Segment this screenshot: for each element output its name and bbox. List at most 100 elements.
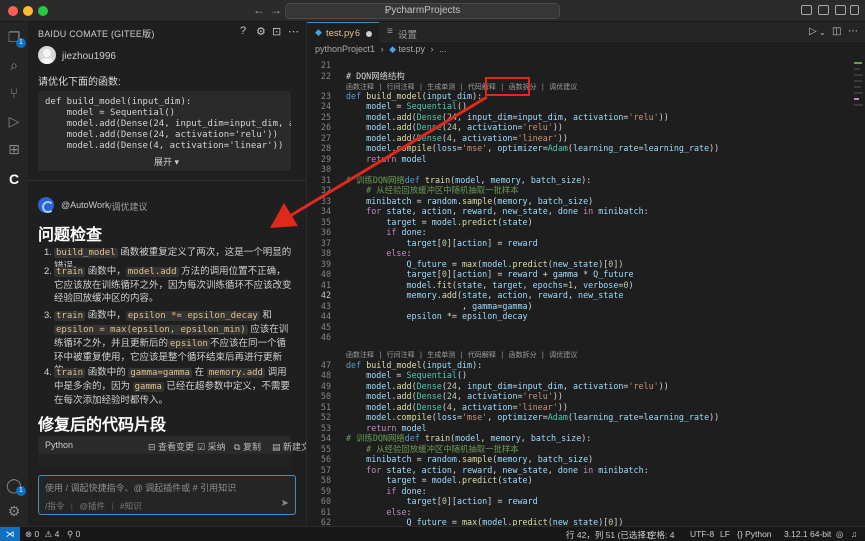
error-icon: ⊗ xyxy=(25,529,33,539)
code-line: model.add(Dense(4, activation='linear')) xyxy=(45,141,284,151)
code-line: 56 minibatch = random.sample(memory, bat… xyxy=(320,454,594,464)
user-message: 请优化下面的函数: xyxy=(38,77,121,88)
toggle-sidebar-icon[interactable] xyxy=(801,5,812,15)
maximize-window-button[interactable] xyxy=(38,6,48,16)
toggle-secondary-sidebar-icon[interactable] xyxy=(835,5,846,15)
chevron-down-icon[interactable]: ⌄ xyxy=(819,28,826,37)
tab-test-py[interactable]: ◆ test.py 6 xyxy=(307,22,379,42)
code-line: 35 target = model.predict(state) xyxy=(320,217,533,227)
minimap[interactable] xyxy=(853,42,865,526)
problems-indicator[interactable]: ⊗ 0 ⚠ 4 xyxy=(25,529,59,540)
tab-label: test.py xyxy=(326,28,354,39)
minimize-window-button[interactable] xyxy=(23,6,33,16)
list-item: 4. train 函数中的 gamma=gamma 在 memory.add 调… xyxy=(44,367,290,406)
chat-input-tools: /指令 | @插件 | #知识 xyxy=(45,501,142,511)
snippet-toolbar: Python ⊟ 查看变更 ☑ 采纳 ⧉ 复制 ▤ 新建文件 xyxy=(38,436,306,454)
gear-icon[interactable]: ⚙ xyxy=(256,25,266,38)
encoding[interactable]: UTF-8 xyxy=(690,529,714,539)
activity-bar: ❐ 1 ⌕ ⑂ ▷ ⊞ C ◯ 1 ⚙ xyxy=(0,22,28,526)
code-line: 46 xyxy=(320,332,331,342)
code-line: 27 model.add(Dense(4, activation='linear… xyxy=(320,133,568,143)
breadcrumb-item[interactable]: test.py xyxy=(399,44,426,54)
divider xyxy=(28,180,306,181)
snippet-language: Python xyxy=(45,440,74,450)
account-icon[interactable]: ◯ 1 xyxy=(5,476,26,496)
expand-button[interactable]: 展开 ▾ xyxy=(154,155,179,168)
code-line: 53 return model xyxy=(320,423,427,433)
arrow-right-icon[interactable]: → xyxy=(270,3,282,17)
language-mode[interactable]: {} Python xyxy=(737,529,772,539)
panel-title: BAIDU COMATE (GITEE版) xyxy=(38,29,155,39)
notifications-icon[interactable]: ♫ xyxy=(851,529,857,539)
ai-agent-name: @AutoWork xyxy=(61,200,110,210)
accept-button[interactable]: ☑ 采纳 xyxy=(197,440,226,453)
python-file-icon: ◆ xyxy=(389,44,396,54)
new-file-button[interactable]: ▤ 新建文件 xyxy=(272,440,306,453)
search-icon[interactable]: ⌕ xyxy=(5,56,23,74)
tab-label: 设置 xyxy=(398,30,418,41)
remote-indicator-icon[interactable]: ⋊ xyxy=(0,527,20,541)
code-line: 47 def build_model(input_dim): xyxy=(320,360,483,370)
command-tool[interactable]: /指令 xyxy=(45,501,64,511)
history-icon[interactable]: ⊡ xyxy=(272,25,281,38)
braces-icon: {} xyxy=(737,529,743,539)
code-line: 57 for state, action, reward, new_state,… xyxy=(320,465,649,475)
code-line: 55 # 从经验回放缓冲区中随机抽取一批样本 xyxy=(320,444,519,454)
code-editor[interactable]: 21 22 # DQN网络结构 函数注释 | 行间注释 | 生成单测 | 代码解释… xyxy=(307,58,853,526)
source-control-icon[interactable]: ⑂ xyxy=(5,84,23,102)
code-line: 23 def build_model(input_dim): xyxy=(320,91,483,101)
indentation[interactable]: 空格: 4 xyxy=(648,529,674,541)
code-line: 49 model.add(Dense(24, input_dim=input_d… xyxy=(320,381,669,391)
command-center-search[interactable]: ⌕ PycharmProjects xyxy=(285,3,560,19)
split-editor-icon[interactable]: ◫ xyxy=(832,26,841,37)
settings-gear-icon[interactable]: ⚙ xyxy=(5,502,23,520)
unsaved-dot-icon[interactable] xyxy=(366,31,372,37)
run-debug-icon[interactable]: ▷ xyxy=(5,112,23,130)
arrow-left-icon[interactable]: ← xyxy=(253,3,265,17)
diff-icon: ⊟ xyxy=(148,442,159,452)
end-of-line[interactable]: LF xyxy=(720,529,730,539)
code-line: 24 model = Sequential() xyxy=(320,101,468,111)
code-line: 61 else: xyxy=(320,507,412,517)
extensions-icon[interactable]: ⊞ xyxy=(5,140,23,158)
toggle-panel-icon[interactable] xyxy=(818,5,829,15)
code-lens[interactable]: 函数注释 | 行间注释 | 生成单测 | 代码解释 | 函数拆分 | 调优建议 xyxy=(346,350,577,360)
more-icon[interactable]: ⋯ xyxy=(848,26,858,37)
code-line: 39 Q_future = max(model.predict(new_stat… xyxy=(320,259,624,269)
cursor-position[interactable]: 行 42，列 51 (已选择1) xyxy=(566,529,653,541)
close-window-button[interactable] xyxy=(8,6,18,16)
comate-panel: BAIDU COMATE (GITEE版) ? ⚙ ⊡ ⋯ jiezhou199… xyxy=(28,22,307,526)
code-line: 45 xyxy=(320,322,331,332)
view-diff-button[interactable]: ⊟ 查看变更 xyxy=(148,440,194,453)
list-item: 2. train 函数中， model.add 方法的调用位置不正确，它应该放在训… xyxy=(44,266,292,304)
copy-button[interactable]: ⧉ 复制 xyxy=(234,440,261,453)
code-line: 25 model.add(Dense(24, input_dim=input_d… xyxy=(320,112,669,122)
ports-indicator[interactable]: ⚲ 0 xyxy=(67,529,80,540)
snippet-body xyxy=(38,454,291,468)
ai-avatar xyxy=(38,197,54,213)
explorer-icon[interactable]: ❐ 1 xyxy=(5,28,26,48)
problem-count: 6 xyxy=(355,28,361,38)
fixed-code-heading: 修复后的代码片段 xyxy=(38,417,167,434)
code-line: 58 target = model.predict(state) xyxy=(320,475,533,485)
knowledge-tool[interactable]: #知识 xyxy=(120,501,142,511)
code-line: 59 if done: xyxy=(320,486,427,496)
help-icon[interactable]: ? xyxy=(240,25,246,37)
send-icon[interactable]: ➤ xyxy=(281,498,289,509)
breadcrumb-item[interactable]: pythonProject1 xyxy=(315,44,375,54)
more-icon[interactable]: ⋯ xyxy=(288,25,299,38)
code-line: 26 model.add(Dense(24, activation='relu'… xyxy=(320,122,563,132)
breadcrumb-item[interactable]: ... xyxy=(439,44,447,54)
code-line: 30 xyxy=(320,164,331,174)
comate-icon[interactable]: C xyxy=(5,170,23,188)
copilot-icon[interactable]: ◎ xyxy=(836,529,843,540)
chat-input[interactable]: 使用 / 调起快捷指令、@ 调起插件或 # 引用知识 /指令 | @插件 | #… xyxy=(38,475,296,515)
ai-command: /调优建议 xyxy=(109,202,148,212)
title-bar: ← → ⌕ PycharmProjects xyxy=(0,0,865,22)
tab-settings[interactable]: ≡ 设置 xyxy=(379,22,439,42)
customize-layout-icon[interactable] xyxy=(850,5,859,15)
plugin-tool[interactable]: @插件 xyxy=(79,501,105,511)
run-icon[interactable]: ▷ xyxy=(809,26,817,37)
check-icon: ☑ xyxy=(197,442,208,452)
python-interpreter[interactable]: 3.12.1 64-bit xyxy=(784,529,831,539)
